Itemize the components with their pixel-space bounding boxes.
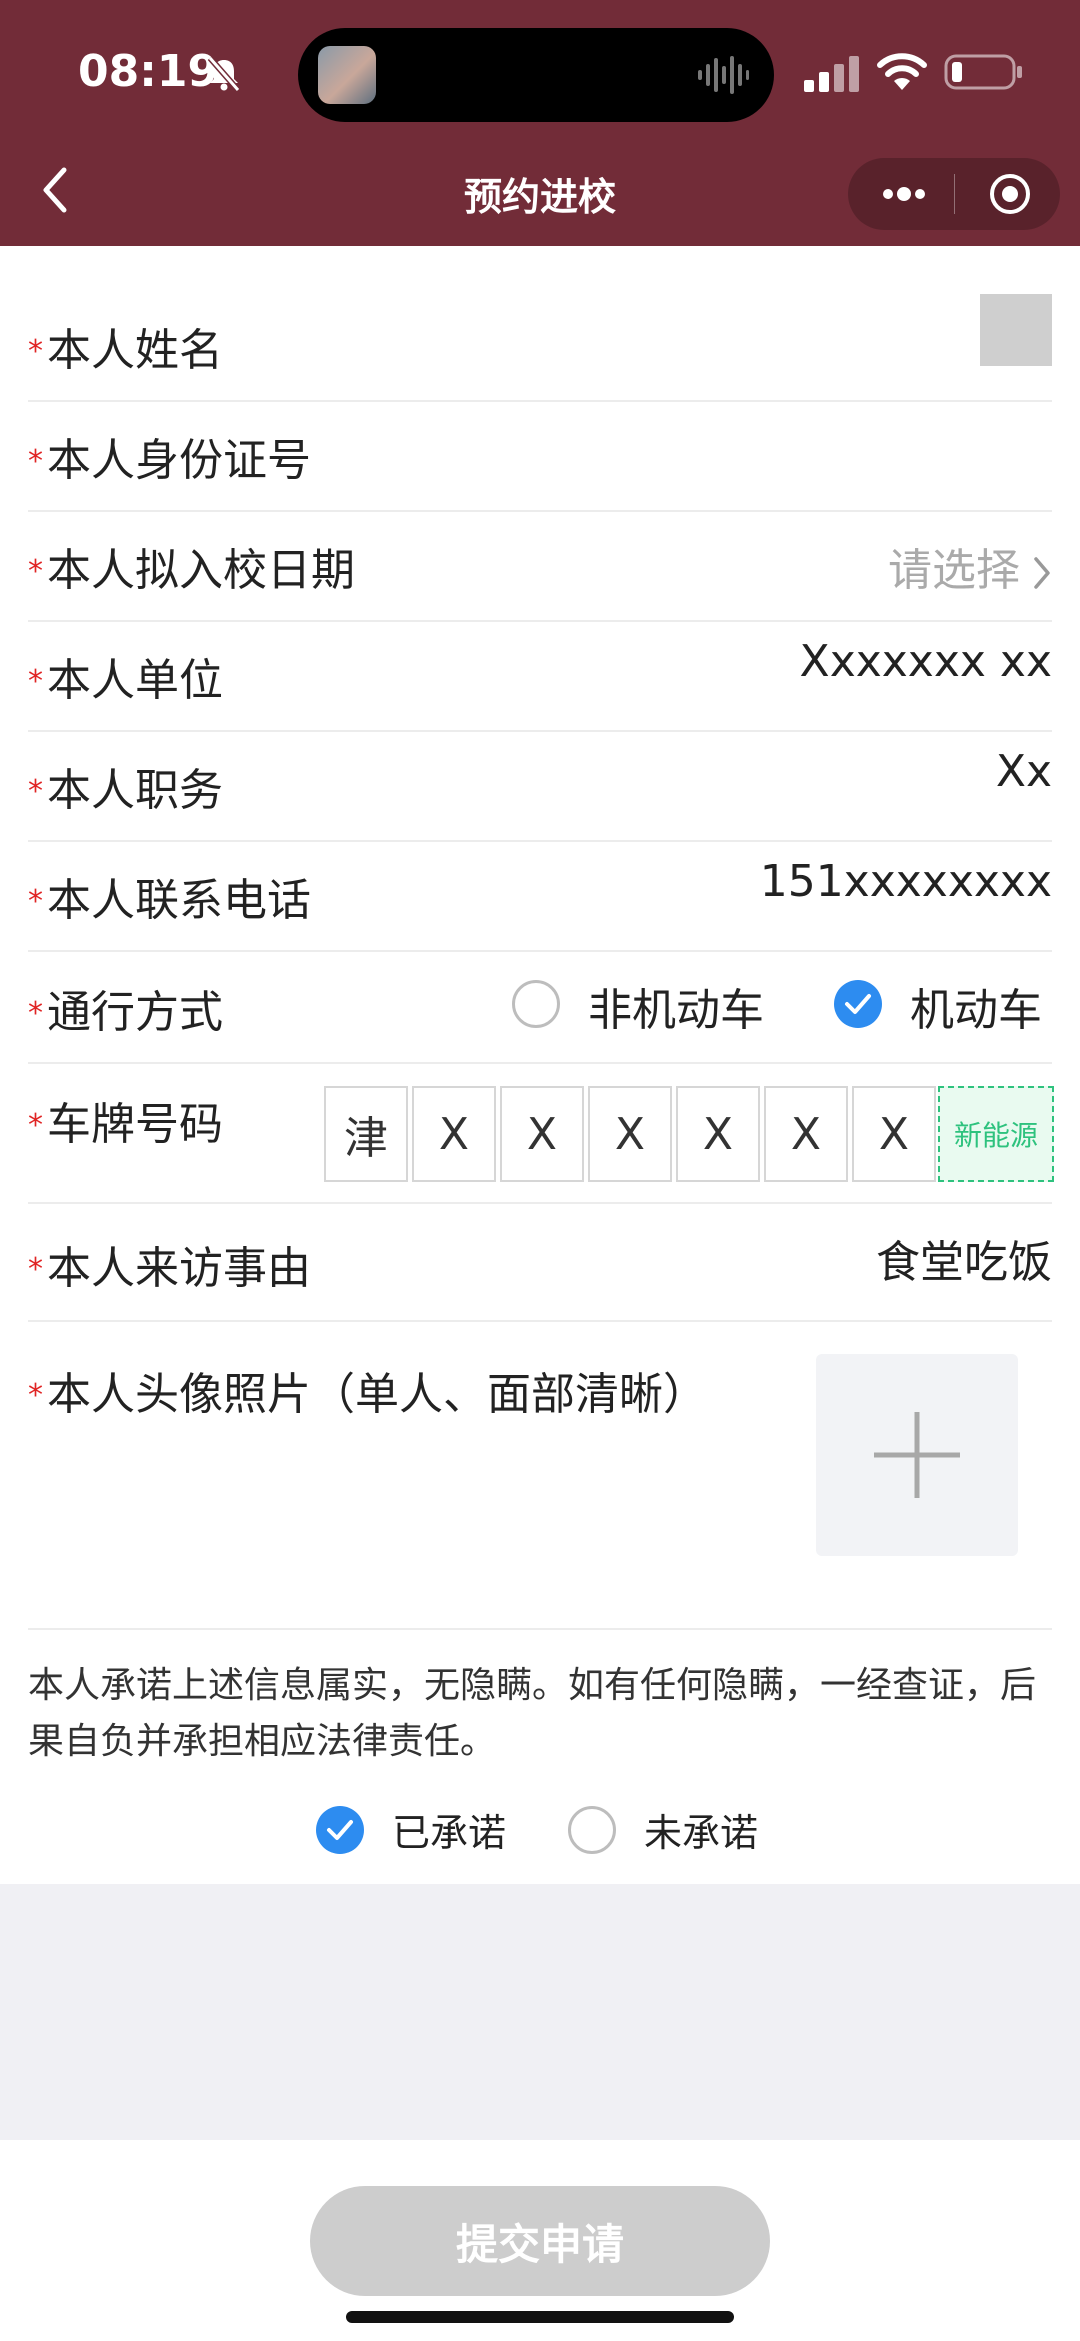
id-number-row[interactable]: *本人身份证号 [28,402,1052,512]
photo-upload-button[interactable] [816,1354,1018,1556]
radio-pledged[interactable] [316,1806,364,1854]
radio-motor[interactable] [834,980,882,1028]
travel-mode-row: *通行方式 非机动车 机动车 [28,952,1052,1064]
pledge-text: 本人承诺上述信息属实，无隐瞒。如有任何隐瞒，一经查证，后果自负并承担相应法律责任… [28,1665,1037,1762]
id-number-label: *本人身份证号 [28,435,311,486]
plate-char[interactable]: X [852,1086,936,1182]
reason-label: *本人来访事由 [28,1243,311,1294]
phone-label: *本人联系电话 [28,875,311,926]
radio-non-motor[interactable] [512,980,560,1028]
cellular-signal-icon [804,56,859,92]
check-icon [327,1820,353,1840]
plate-char[interactable]: X [764,1086,848,1182]
unit-label: *本人单位 [28,655,223,706]
chevron-right-icon [1034,557,1050,589]
audio-wave-icon [698,56,749,94]
reason-value[interactable]: 食堂吃饭 [876,1226,1052,1290]
avatar-placeholder [980,294,1052,366]
battery-icon [944,54,1022,90]
more-dots-icon[interactable] [876,174,932,214]
app-header: 08:19 预约进校 [0,0,1080,246]
dynamic-island [298,28,774,122]
plate-char[interactable]: X [676,1086,760,1182]
photo-label: *本人头像照片（单人、面部清晰） [28,1369,707,1420]
phone-value[interactable]: 151xxxxxxxx [760,856,1052,907]
name-label: *本人姓名 [28,325,223,376]
plate-char[interactable]: X [412,1086,496,1182]
non-motor-label[interactable]: 非机动车 [588,974,764,1038]
photo-row: *本人头像照片（单人、面部清晰） [28,1322,1052,1630]
plate-char[interactable]: X [588,1086,672,1182]
bell-muted-icon [207,56,241,92]
unit-value[interactable]: Xxxxxxx xx [800,636,1052,687]
home-indicator [346,2311,734,2323]
position-value[interactable]: Xx [996,746,1052,797]
submit-button[interactable]: 提交申请 [310,2186,770,2296]
plus-icon [874,1412,960,1498]
pledged-label[interactable]: 已承诺 [392,1802,506,1857]
unit-row[interactable]: *本人单位 Xxxxxxx xx [28,622,1052,732]
plate-char-province[interactable]: 津 [324,1086,408,1182]
check-icon [845,994,871,1014]
radio-not-pledged[interactable] [568,1806,616,1854]
new-energy-slot[interactable]: 新能源 [938,1086,1054,1182]
travel-mode-label: *通行方式 [28,987,223,1038]
date-row[interactable]: *本人拟入校日期 请选择 [28,512,1052,622]
date-label: *本人拟入校日期 [28,545,355,596]
miniapp-capsule [848,158,1060,230]
plate-row: *车牌号码 津 X X X X X X 新能源 [28,1064,1054,1204]
capsule-divider [954,174,955,214]
date-picker[interactable]: 请选择 [888,534,1052,598]
name-row[interactable]: *本人姓名 [28,292,1052,402]
appointment-form: *本人姓名 *本人身份证号 *本人拟入校日期 请选择 *本人单位 Xxxxxxx… [0,246,1080,1884]
wifi-icon [877,53,927,90]
not-pledged-label[interactable]: 未承诺 [644,1802,758,1857]
plate-label: *车牌号码 [28,1099,223,1150]
close-target-icon[interactable] [988,172,1032,216]
status-time: 08:19 [78,46,219,97]
media-thumbnail [318,46,376,104]
reason-row[interactable]: *本人来访事由 食堂吃饭 [28,1204,1052,1322]
position-row[interactable]: *本人职务 Xx [28,732,1052,842]
motor-label[interactable]: 机动车 [910,974,1042,1038]
position-label: *本人职务 [28,765,223,816]
plate-char[interactable]: X [500,1086,584,1182]
phone-row[interactable]: *本人联系电话 151xxxxxxxx [28,842,1052,952]
